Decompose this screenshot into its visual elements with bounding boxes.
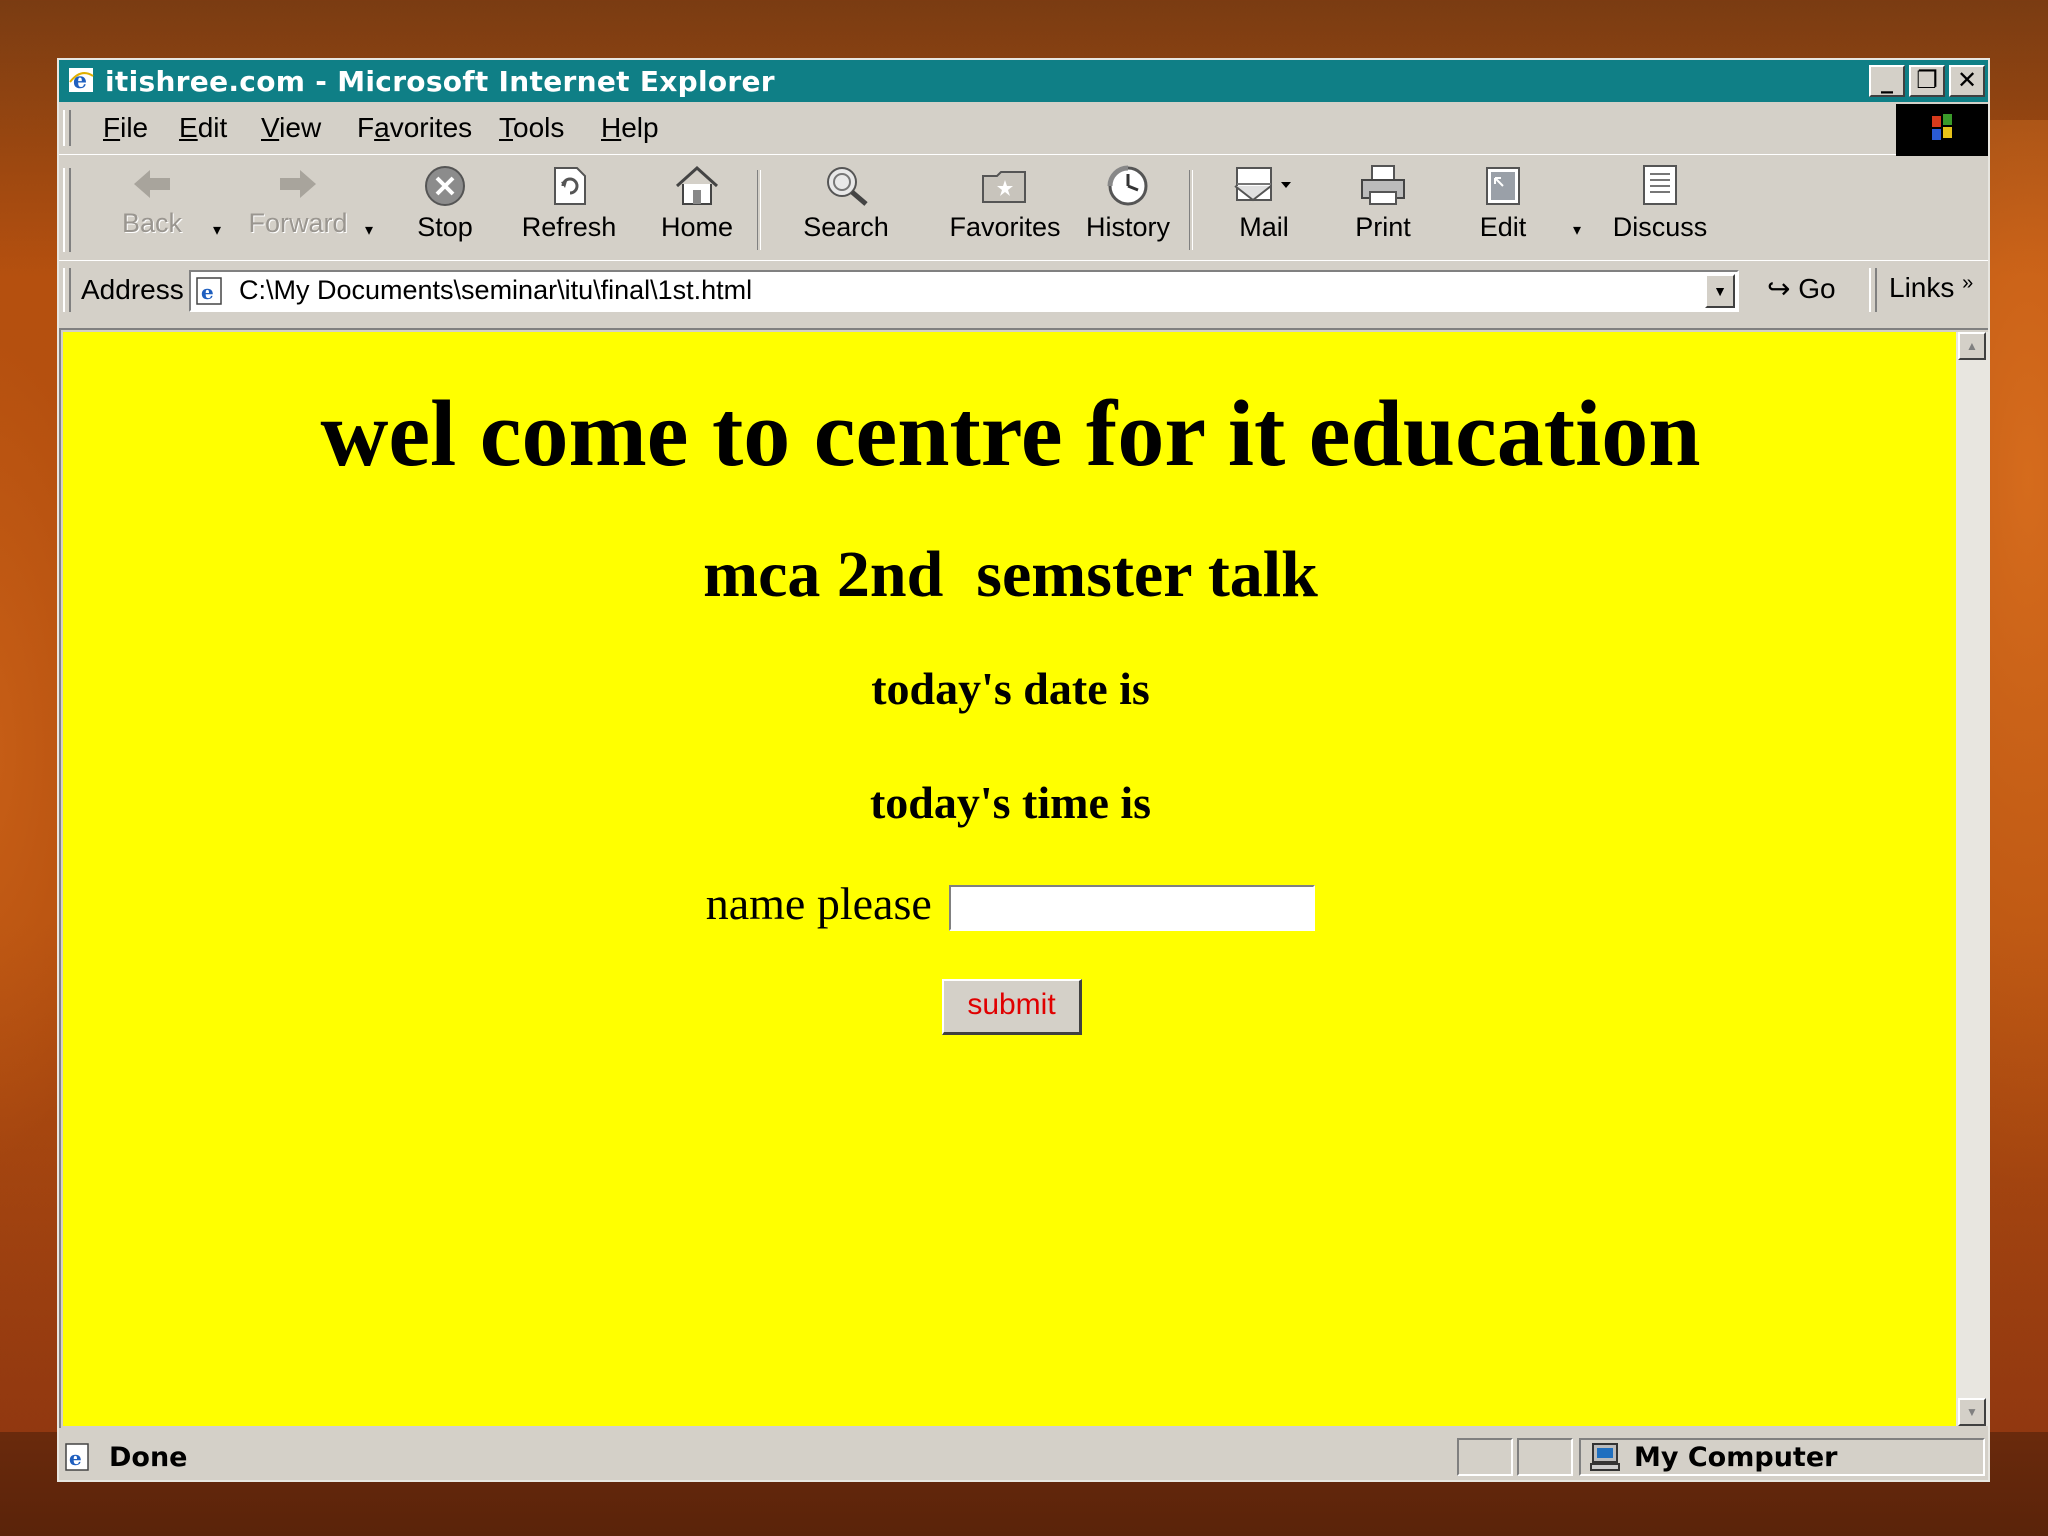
menu-edit[interactable]: Edit — [179, 112, 227, 144]
svg-text:e: e — [201, 280, 214, 304]
zone-text: My Computer — [1634, 1442, 1838, 1473]
address-dropdown-button[interactable]: ▼ — [1705, 274, 1735, 308]
status-pane — [1517, 1438, 1573, 1476]
status-text: Done — [109, 1442, 188, 1473]
menu-tools[interactable]: Tools — [499, 112, 564, 144]
standard-toolbar: Back ▾ Forward ▾ Stop Refresh Home Searc… — [59, 160, 1988, 261]
page-content: wel come to centre for it education mca … — [63, 332, 1958, 1426]
forward-button[interactable]: Forward — [243, 164, 353, 256]
submit-button[interactable]: submit — [942, 979, 1082, 1035]
back-arrow-icon — [134, 170, 170, 198]
menu-favorites[interactable]: Favorites — [357, 112, 472, 144]
window-title: itishree.com - Microsoft Internet Explor… — [105, 65, 775, 98]
go-arrow-icon: ↪ — [1767, 273, 1791, 304]
page-icon: e — [196, 277, 222, 305]
windows-flag-icon — [1932, 114, 1952, 140]
svg-text:e: e — [69, 1446, 82, 1470]
my-computer-icon — [1590, 1443, 1620, 1471]
history-clock-icon — [1107, 165, 1148, 206]
address-grip[interactable] — [63, 268, 71, 312]
favorites-button[interactable]: Favorites — [945, 164, 1065, 256]
menu-bar: File Edit View Favorites Tools Help — [59, 104, 1988, 156]
status-bar: e Done My Computer — [59, 1436, 1988, 1480]
address-label: Address — [81, 274, 184, 305]
toolbar-grip[interactable] — [63, 168, 71, 252]
menu-help[interactable]: Help — [601, 112, 659, 144]
page-heading: wel come to centre for it education — [320, 382, 1701, 486]
forward-dropdown[interactable]: ▾ — [365, 220, 373, 240]
browser-window: e itishree.com - Microsoft Internet Expl… — [57, 58, 1990, 1482]
edit-button[interactable]: Edit — [1453, 164, 1553, 256]
stop-icon — [425, 166, 465, 206]
chevron-right-icon: » — [1962, 272, 1974, 294]
svg-text:e: e — [73, 68, 87, 94]
scroll-up-button[interactable]: ▲ — [1958, 332, 1986, 360]
links-grip[interactable] — [1869, 268, 1877, 312]
back-dropdown[interactable]: ▾ — [213, 220, 221, 240]
edit-dropdown[interactable]: ▾ — [1573, 220, 1581, 240]
home-icon — [675, 165, 719, 205]
page-status-icon: e — [65, 1443, 89, 1471]
go-button[interactable]: ↪ Go — [1767, 272, 1836, 305]
name-label: name please — [705, 878, 932, 929]
address-bar: Address e C:\My Documents\seminar\itu\fi… — [59, 264, 1988, 316]
close-button[interactable]: ✕ — [1949, 65, 1985, 97]
restore-button[interactable]: ❐ — [1909, 65, 1945, 97]
menu-file[interactable]: File — [103, 112, 148, 144]
refresh-icon — [554, 167, 586, 205]
favorites-folder-icon — [982, 171, 1026, 203]
refresh-button[interactable]: Refresh — [509, 164, 629, 256]
toolbar-separator — [757, 170, 761, 250]
toolbar-separator — [1189, 170, 1193, 250]
edit-page-icon — [1486, 167, 1520, 205]
forward-arrow-icon — [280, 170, 316, 198]
search-button[interactable]: Search — [781, 164, 911, 256]
scroll-down-button[interactable]: ▼ — [1958, 1398, 1986, 1426]
ie-logo-icon: e — [69, 68, 94, 94]
print-button[interactable]: Print — [1333, 164, 1433, 256]
page-subheading: mca 2nd semster talk — [703, 538, 1318, 611]
name-input[interactable] — [949, 885, 1316, 932]
status-pane — [1457, 1438, 1513, 1476]
date-line: today's date is — [871, 663, 1150, 714]
back-button[interactable]: Back — [107, 164, 197, 256]
content-frame: wel come to centre for it education mca … — [59, 328, 1988, 1428]
address-input[interactable]: e C:\My Documents\seminar\itu\final\1st.… — [189, 270, 1739, 312]
mail-button[interactable]: Mail — [1209, 164, 1319, 256]
menu-grip[interactable] — [63, 110, 71, 146]
menu-view[interactable]: View — [261, 112, 321, 144]
name-form-row: name please — [63, 877, 1958, 932]
time-line: today's time is — [869, 777, 1152, 828]
home-button[interactable]: Home — [637, 164, 757, 256]
search-icon — [827, 167, 868, 206]
links-button[interactable]: Links » — [1889, 272, 1973, 304]
address-url: C:\My Documents\seminar\itu\final\1st.ht… — [239, 275, 753, 305]
printer-icon — [1361, 165, 1405, 205]
history-button[interactable]: History — [1073, 164, 1183, 256]
minimize-button[interactable]: _ — [1869, 65, 1905, 97]
discuss-icon — [1643, 165, 1677, 205]
title-bar[interactable]: e itishree.com - Microsoft Internet Expl… — [59, 60, 1988, 102]
stop-button[interactable]: Stop — [395, 164, 495, 256]
discuss-button[interactable]: Discuss — [1595, 164, 1725, 256]
vertical-scrollbar[interactable]: ▲ ▼ — [1956, 332, 1988, 1426]
windows-logo-throbber — [1896, 104, 1988, 156]
mail-icon — [1234, 167, 1291, 202]
